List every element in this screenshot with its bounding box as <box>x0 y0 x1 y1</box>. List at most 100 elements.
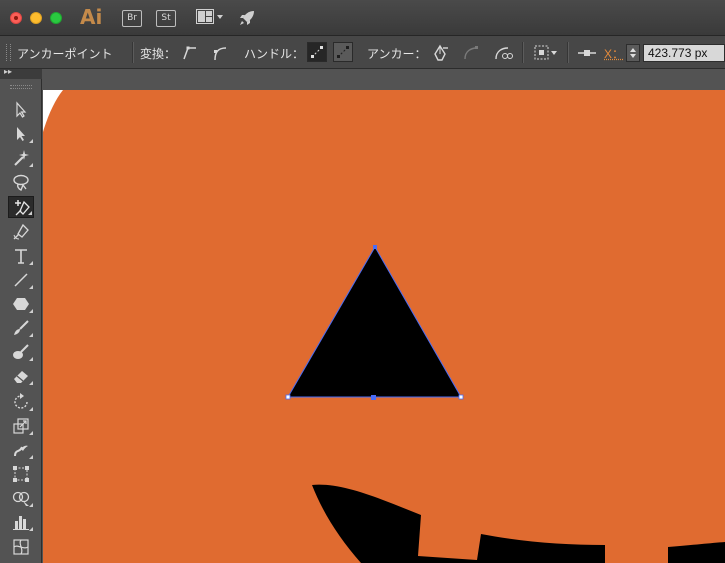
stock-button[interactable]: St <box>156 10 176 27</box>
shape-builder-icon <box>12 491 30 506</box>
flyout-indicator <box>29 285 33 289</box>
artwork <box>43 90 725 563</box>
arrange-documents-button[interactable] <box>196 9 226 29</box>
app-logo: Ai <box>80 5 103 29</box>
flyout-indicator <box>29 309 33 313</box>
smooth-point-icon <box>214 47 227 61</box>
handles-shown-icon <box>311 46 323 58</box>
control-bar: アンカーポイント 変換： ハンドル： アンカー： X： 423.773 px <box>0 36 725 69</box>
remove-anchor-button[interactable] <box>431 44 449 62</box>
flyout-indicator <box>29 527 33 531</box>
select-similar-icon <box>534 45 557 60</box>
corner-point-icon <box>183 46 196 60</box>
flyout-indicator <box>29 407 33 411</box>
blob-brush-tool[interactable] <box>8 341 34 363</box>
window-titlebar: Ai Br St <box>0 0 725 36</box>
hexagon-icon <box>13 298 29 310</box>
layout-grid-icon <box>196 9 223 24</box>
lasso-icon <box>13 174 29 191</box>
anchor-point-bottom-mid[interactable] <box>371 395 376 400</box>
tools-panel-header[interactable]: ▸▸ <box>0 67 42 79</box>
selection-tool[interactable] <box>8 99 34 121</box>
magic-wand-icon <box>14 150 29 166</box>
bar-graph-icon <box>13 516 29 530</box>
bridge-button[interactable]: Br <box>122 10 142 27</box>
graph-tool[interactable] <box>8 511 34 533</box>
convert-to-smooth-button[interactable] <box>211 44 229 62</box>
x-position-input[interactable]: 423.773 px <box>643 44 725 62</box>
magic-wand-tool[interactable] <box>8 147 34 169</box>
minimize-window-button[interactable] <box>30 12 42 24</box>
paintbrush-tool[interactable] <box>8 317 34 339</box>
rotate-icon <box>14 393 28 409</box>
tools-panel: ▸▸ <box>0 67 42 563</box>
free-transform-tool[interactable] <box>8 463 34 485</box>
convert-to-corner-button[interactable] <box>181 44 199 62</box>
hide-handles-button[interactable] <box>333 42 353 62</box>
line-icon <box>14 273 28 287</box>
flyout-indicator <box>29 381 33 385</box>
divider <box>522 42 524 63</box>
handles-hidden-icon <box>337 46 349 58</box>
connect-points-icon <box>464 46 478 60</box>
mesh-icon <box>13 539 29 555</box>
handle-label: ハンドル： <box>244 47 305 61</box>
show-handles-button[interactable] <box>307 42 327 62</box>
flyout-indicator <box>29 163 33 167</box>
pen-minus-icon <box>434 44 448 61</box>
eraser-tool[interactable] <box>8 365 34 387</box>
lasso-tool[interactable] <box>8 171 34 193</box>
connect-anchors-button[interactable] <box>462 44 480 62</box>
flyout-indicator <box>29 333 33 337</box>
scale-tool[interactable] <box>8 415 34 437</box>
convert-label: 変換： <box>140 47 177 61</box>
curvature-tool[interactable] <box>8 221 34 243</box>
gpu-performance-button[interactable] <box>238 9 256 31</box>
expand-panel-icon[interactable]: ▸▸ <box>4 67 12 76</box>
x-position-label[interactable]: X： <box>604 45 624 62</box>
warp-tool[interactable] <box>8 439 34 461</box>
warp-icon <box>14 445 28 457</box>
shape-builder-tool[interactable] <box>8 487 34 509</box>
divider <box>567 42 569 63</box>
direct-selection-tool[interactable] <box>8 123 34 145</box>
brush-icon <box>14 320 29 335</box>
rotate-tool[interactable] <box>8 391 34 413</box>
anchor-point-left[interactable] <box>285 394 291 400</box>
rocket-icon <box>240 11 254 25</box>
flyout-indicator <box>29 431 33 435</box>
arrow-icon <box>16 101 27 118</box>
stepper-arrows-icon <box>630 48 636 58</box>
reference-point-button[interactable] <box>576 44 598 62</box>
flyout-indicator <box>29 357 33 361</box>
type-tool[interactable] <box>8 245 34 267</box>
control-bar-grip[interactable] <box>6 44 11 61</box>
zoom-window-button[interactable] <box>50 12 62 24</box>
flyout-indicator <box>28 211 32 215</box>
anchor-label: アンカー： <box>367 47 427 61</box>
flyout-indicator <box>29 455 33 459</box>
cut-path-button[interactable] <box>493 44 513 62</box>
hollow-arrow-icon <box>17 127 25 141</box>
mesh-tool[interactable] <box>8 536 34 558</box>
anchor-point-top[interactable] <box>373 245 377 249</box>
select-similar-button[interactable] <box>533 44 559 62</box>
current-tool-name: アンカーポイント <box>17 47 113 61</box>
divider <box>132 42 134 63</box>
flyout-indicator <box>29 503 33 507</box>
reference-point-icon <box>578 50 596 56</box>
free-transform-icon <box>13 466 29 482</box>
tools-panel-grip[interactable] <box>10 85 32 89</box>
ruler-strip <box>43 69 725 90</box>
line-tool[interactable] <box>8 269 34 291</box>
artboard-canvas[interactable] <box>43 90 725 563</box>
add-anchor-tool[interactable] <box>8 196 34 218</box>
x-position-stepper[interactable] <box>626 44 640 62</box>
eraser-icon <box>14 371 28 383</box>
blob-brush-icon <box>13 344 29 359</box>
close-window-button[interactable] <box>10 12 22 24</box>
polygon-tool[interactable] <box>8 293 34 315</box>
flyout-indicator <box>29 261 33 265</box>
anchor-point-right[interactable] <box>458 394 464 400</box>
pen-icon <box>13 223 29 240</box>
